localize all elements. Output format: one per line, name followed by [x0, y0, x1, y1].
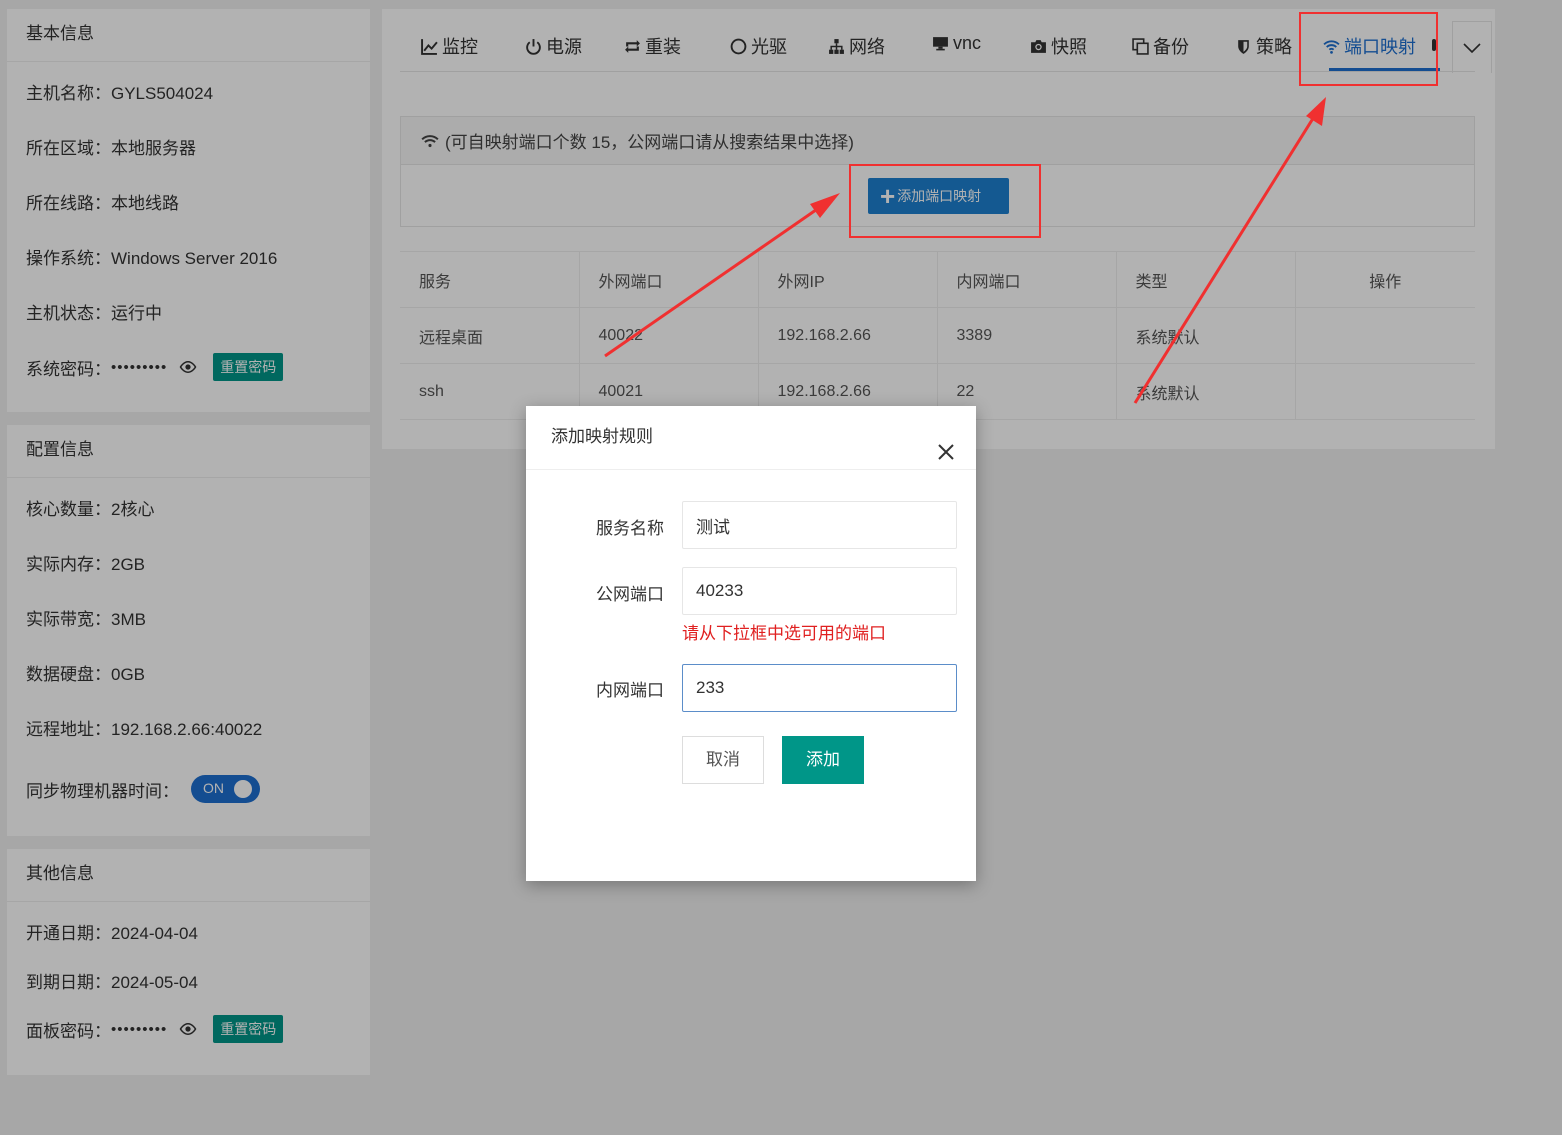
- public-port-error: 请从下拉框中选可用的端口: [682, 624, 886, 643]
- modal-title: 添加映射规则: [551, 427, 653, 446]
- cancel-button[interactable]: 取消: [682, 736, 764, 784]
- annotation-box-tab: [1299, 12, 1438, 86]
- add-mapping-modal: 添加映射规则 服务名称 公网端口 请从下拉框中选可用的端口 内网端口 取消 添加: [526, 406, 976, 881]
- service-name-label: 服务名称: [596, 519, 664, 538]
- private-port-label: 内网端口: [596, 681, 664, 700]
- close-icon[interactable]: [936, 426, 956, 460]
- annotation-box-add-button: [849, 164, 1041, 238]
- modal-header: 添加映射规则: [526, 406, 976, 470]
- add-button[interactable]: 添加: [782, 736, 864, 784]
- private-port-input[interactable]: [682, 664, 957, 712]
- public-port-input[interactable]: [682, 567, 957, 615]
- public-port-label: 公网端口: [596, 585, 664, 604]
- service-name-input[interactable]: [682, 501, 957, 549]
